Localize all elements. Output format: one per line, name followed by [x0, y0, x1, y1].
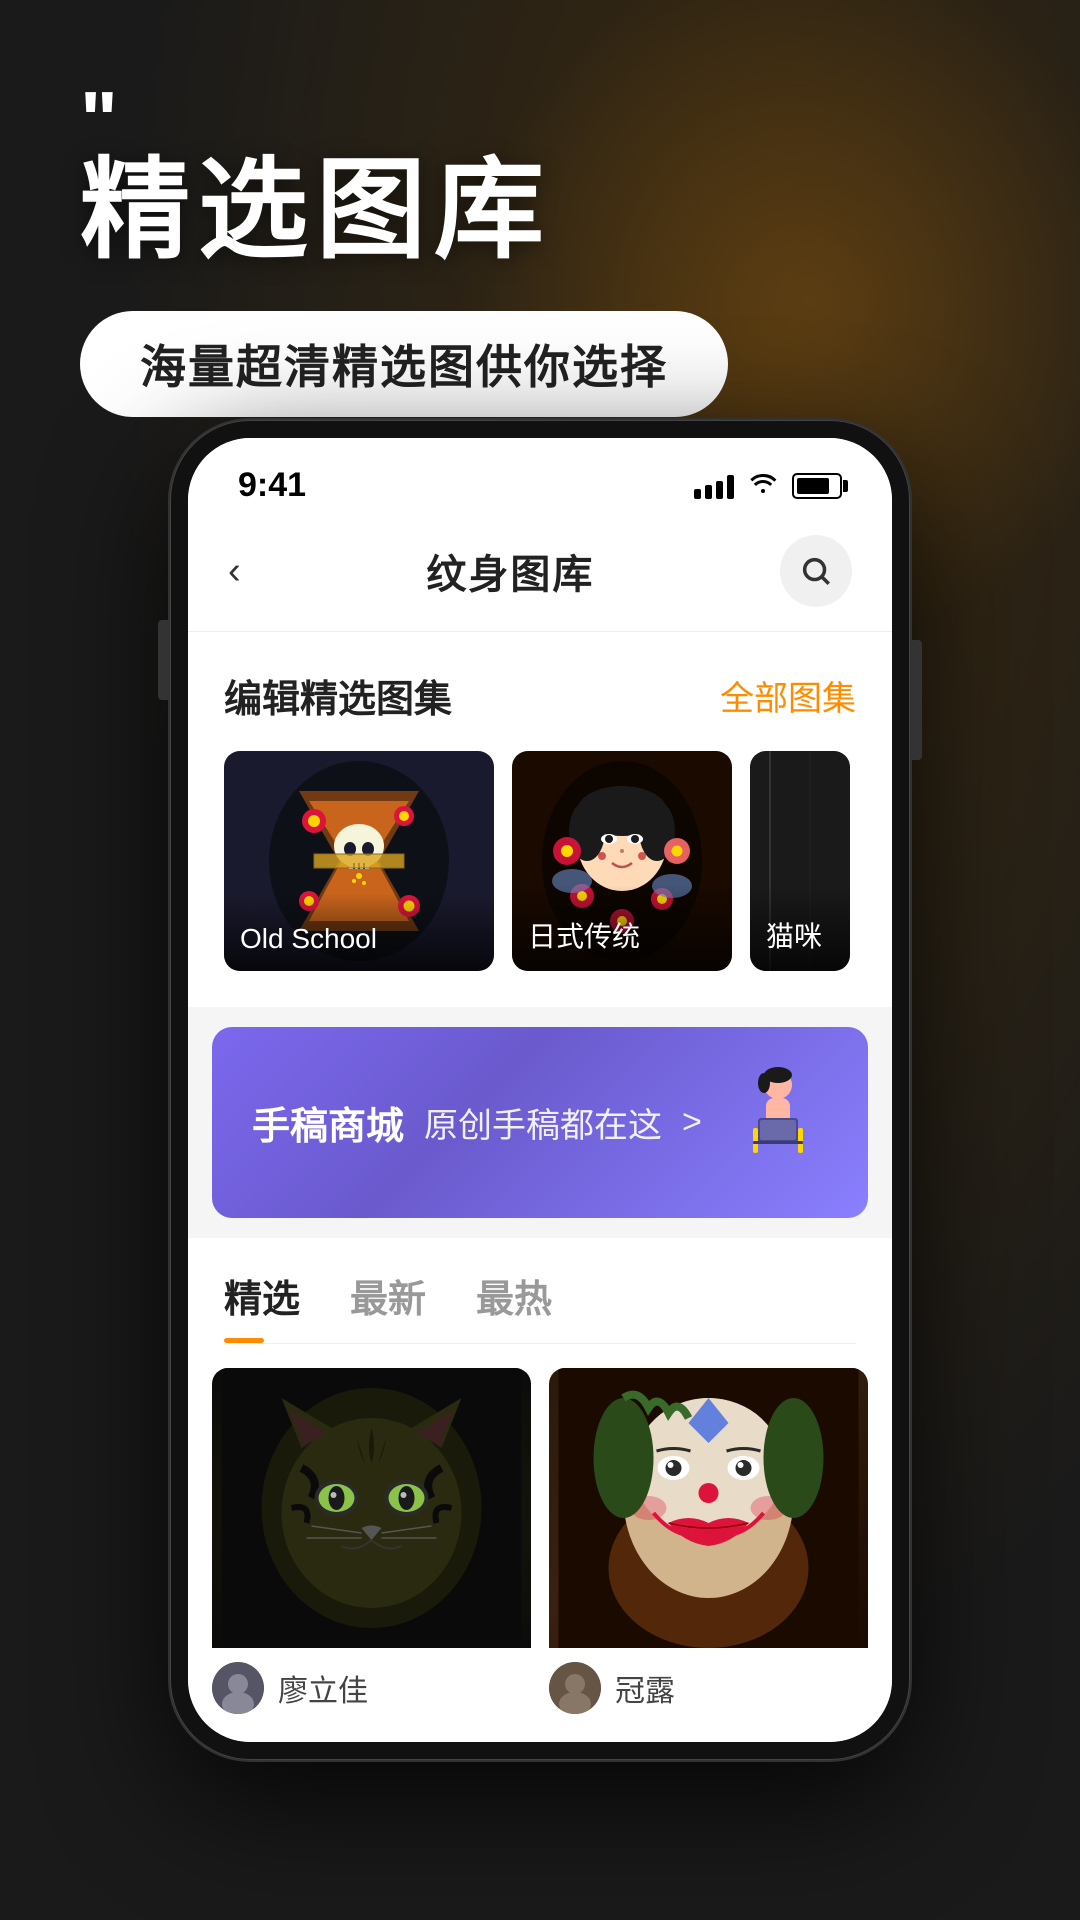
banner-section: 手稿商城 原创手稿都在这 > — [188, 1027, 892, 1218]
page-title: 纹身图库 — [426, 542, 594, 600]
grid-item-2[interactable]: 冠露 — [549, 1368, 868, 1718]
status-bar: 9:41 — [188, 438, 892, 515]
gallery-item-3[interactable]: 猫咪 — [750, 751, 850, 971]
gallery-row: Old School — [224, 751, 856, 1007]
user-name-1: 廖立佳 — [278, 1666, 368, 1710]
tab-latest[interactable]: 最新 — [350, 1268, 426, 1343]
battery-icon — [792, 473, 842, 499]
gallery-item-1[interactable]: Old School — [224, 751, 494, 971]
section-title: 编辑精选图集 — [224, 668, 452, 723]
back-button[interactable]: ‹ — [228, 550, 241, 593]
grid-item-1[interactable]: 廖立佳 — [212, 1368, 531, 1718]
phone-mockup: 9:41 — [170, 420, 910, 1760]
section-header: 编辑精选图集 全部图集 — [224, 668, 856, 723]
banner-text: 手稿商城 原创手稿都在这 > — [252, 1095, 702, 1150]
signal-icon — [694, 473, 734, 499]
wifi-icon — [748, 469, 778, 502]
quote-marks: " — [80, 80, 1000, 160]
user-row-1: 廖立佳 — [212, 1648, 531, 1718]
banner-arrow: > — [682, 1103, 702, 1142]
gallery-label-3: 猫咪 — [750, 885, 850, 971]
user-avatar-2 — [549, 1662, 601, 1714]
grid-section: 廖立佳 — [188, 1344, 892, 1742]
user-row-2: 冠露 — [549, 1648, 868, 1718]
image-grid: 廖立佳 — [212, 1368, 868, 1718]
tab-hottest[interactable]: 最热 — [476, 1268, 552, 1343]
tabs-section: 精选 最新 最热 — [188, 1238, 892, 1344]
banner[interactable]: 手稿商城 原创手稿都在这 > — [212, 1027, 868, 1218]
banner-illustration — [728, 1063, 828, 1182]
gallery-item-2[interactable]: 日式传统 — [512, 751, 732, 971]
user-avatar-1 — [212, 1662, 264, 1714]
hero-subtitle: 海量超清精选图供你选择 — [80, 311, 728, 417]
user-name-2: 冠露 — [615, 1666, 675, 1710]
nav-bar: ‹ 纹身图库 — [188, 515, 892, 632]
phone-frame: 9:41 — [170, 420, 910, 1760]
tabs-row: 精选 最新 最热 — [224, 1268, 856, 1344]
gallery-label-1: Old School — [224, 893, 494, 971]
clown-image — [549, 1368, 868, 1648]
hero-section: " 精选图库 海量超清精选图供你选择 — [0, 80, 1080, 417]
hero-title: 精选图库 — [80, 150, 1000, 271]
search-button[interactable] — [780, 535, 852, 607]
phone-screen: 9:41 — [188, 438, 892, 1742]
status-time: 9:41 — [238, 466, 306, 505]
banner-title: 手稿商城 — [252, 1095, 404, 1150]
gallery-label-2: 日式传统 — [512, 885, 732, 971]
status-icons — [694, 469, 842, 502]
tiger-image — [212, 1368, 531, 1648]
tab-featured[interactable]: 精选 — [224, 1268, 300, 1343]
editors-picks-section: 编辑精选图集 全部图集 — [188, 632, 892, 1007]
section-more-link[interactable]: 全部图集 — [720, 671, 856, 720]
banner-subtitle: 原创手稿都在这 — [424, 1098, 662, 1147]
